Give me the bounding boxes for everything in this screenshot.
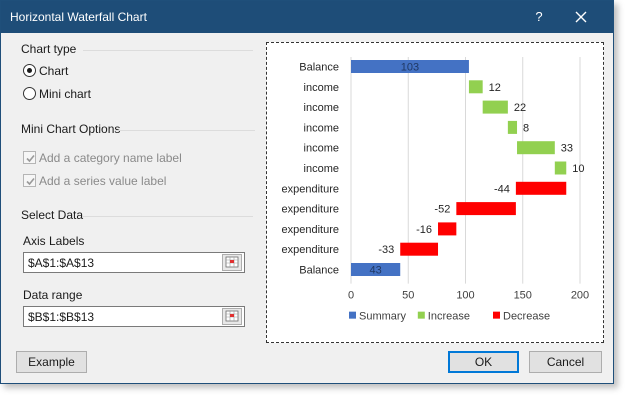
- legend-swatch-summary: [349, 311, 356, 319]
- data-label: -44: [494, 183, 510, 195]
- x-tick-label: 150: [514, 290, 532, 302]
- radio-selected-dot: [27, 68, 32, 73]
- x-tick-label: 200: [571, 290, 589, 302]
- category-label: expenditure: [282, 224, 340, 236]
- legend-label: Summary: [359, 311, 407, 323]
- category-label-checkbox[interactable]: [23, 151, 36, 164]
- ok-button[interactable]: OK: [448, 351, 519, 373]
- legend-swatch-increase: [417, 311, 425, 319]
- legend-swatch-decrease: [493, 311, 500, 319]
- bar-decrease: [438, 222, 457, 236]
- close-icon[interactable]: [571, 7, 591, 27]
- category-label: income: [304, 163, 339, 175]
- select-data-heading: Select Data: [21, 208, 84, 222]
- x-tick-label: 100: [456, 290, 474, 302]
- data-label: -33: [378, 244, 394, 256]
- bar-increase: [517, 141, 555, 155]
- data-label: 43: [369, 265, 381, 277]
- axis-labels-input[interactable]: [23, 252, 245, 273]
- radio-mini-chart[interactable]: [23, 87, 36, 100]
- category-label-text[interactable]: Add a category name label: [39, 151, 182, 165]
- help-button[interactable]: ?: [531, 9, 547, 25]
- radio-chart[interactable]: [23, 64, 36, 77]
- data-label: 10: [572, 163, 584, 175]
- title-bar: Horizontal Waterfall Chart ?: [1, 1, 613, 33]
- range-select-icon[interactable]: [222, 308, 242, 325]
- category-label: income: [304, 143, 339, 155]
- chart-type-heading: Chart type: [21, 42, 77, 56]
- mini-chart-options-heading: Mini Chart Options: [21, 122, 121, 136]
- category-label: income: [304, 82, 339, 94]
- data-label: 12: [489, 82, 501, 94]
- chart-preview: 0 50 100 150 200 Balance 103 income 12 income 22 in…: [266, 42, 604, 343]
- data-label: 33: [561, 143, 573, 155]
- legend-label: Decrease: [503, 311, 550, 323]
- data-label: 8: [523, 122, 529, 134]
- category-label: Balance: [299, 265, 339, 277]
- bar-decrease: [515, 181, 567, 195]
- range-select-icon[interactable]: [222, 254, 242, 271]
- divider: [83, 50, 253, 51]
- x-tick-label: 0: [348, 290, 354, 302]
- cancel-button[interactable]: Cancel: [529, 351, 602, 373]
- waterfall-chart: 0 50 100 150 200 Balance 103 income 12 income 22 in…: [282, 57, 589, 323]
- legend-label: Increase: [428, 311, 470, 323]
- dialog-title: Horizontal Waterfall Chart: [10, 10, 147, 24]
- data-label: -52: [434, 204, 450, 216]
- category-label: expenditure: [282, 244, 340, 256]
- category-label: Balance: [299, 62, 339, 74]
- data-label: 103: [401, 62, 419, 74]
- data-range-label: Data range: [23, 288, 83, 302]
- bar-decrease: [400, 242, 439, 256]
- data-label: 22: [514, 102, 526, 114]
- series-label-text[interactable]: Add a series value label: [39, 174, 166, 188]
- data-range-input[interactable]: [23, 306, 245, 327]
- radio-chart-label[interactable]: Chart: [39, 64, 68, 78]
- radio-mini-chart-label[interactable]: Mini chart: [39, 87, 91, 101]
- axis-labels-label: Axis Labels: [23, 234, 85, 248]
- bar-increase: [482, 100, 508, 114]
- category-label: expenditure: [282, 204, 340, 216]
- bar-increase: [507, 120, 518, 134]
- divider: [83, 216, 253, 217]
- x-tick-label: 50: [402, 290, 414, 302]
- category-label: income: [304, 102, 339, 114]
- waterfall-dialog: Horizontal Waterfall Chart ? Chart type …: [0, 0, 614, 384]
- bar-decrease: [456, 202, 516, 216]
- data-label: -16: [416, 224, 432, 236]
- series-label-checkbox[interactable]: [23, 174, 36, 187]
- bar-increase: [468, 80, 483, 94]
- example-button[interactable]: Example: [16, 351, 87, 373]
- divider: [115, 130, 255, 131]
- bar-increase: [554, 161, 567, 175]
- category-label: expenditure: [282, 183, 340, 195]
- category-label: income: [304, 122, 339, 134]
